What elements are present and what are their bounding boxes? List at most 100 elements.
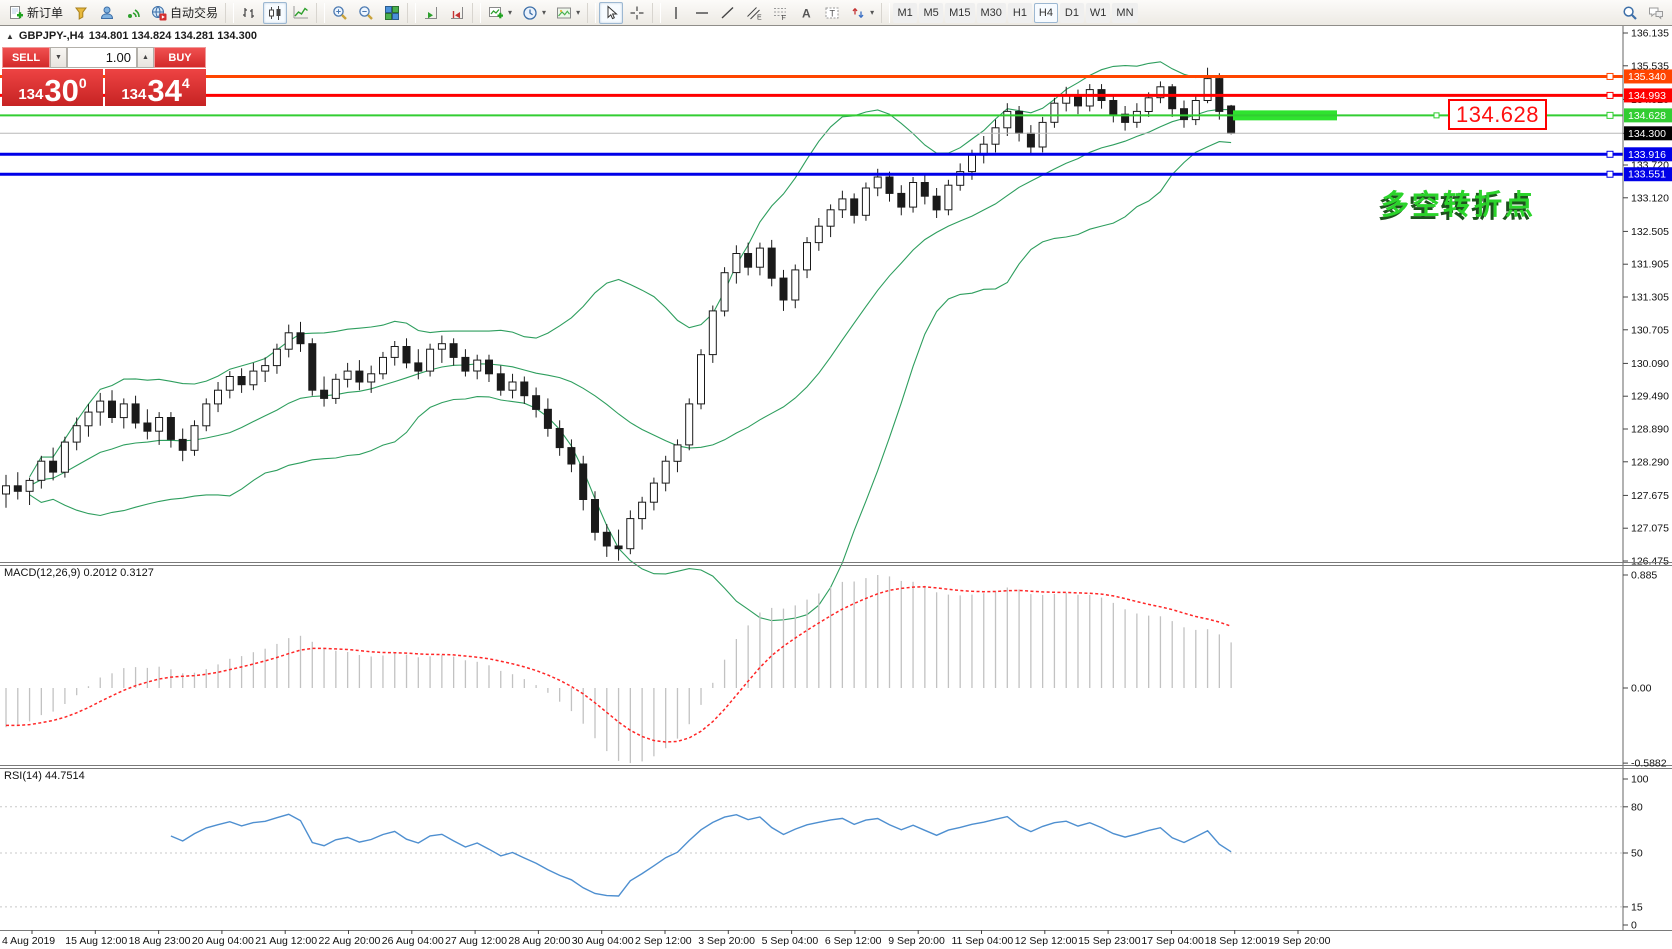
candle-body xyxy=(14,486,21,492)
pane-separator[interactable] xyxy=(0,565,1672,566)
svg-text:A: A xyxy=(802,6,811,20)
price-tick-label: 127.675 xyxy=(1631,490,1669,502)
zoom-in-button[interactable] xyxy=(328,2,352,24)
hline-anchor[interactable] xyxy=(1607,112,1613,118)
bar-chart-icon xyxy=(241,5,257,21)
tf-m1-button[interactable]: M1 xyxy=(893,3,917,23)
dropdown-caret-icon: ▾ xyxy=(576,8,580,17)
pane-separator[interactable] xyxy=(0,930,1672,931)
pane-separator[interactable] xyxy=(0,562,1672,563)
hline-anchor[interactable] xyxy=(1607,73,1613,79)
tf-mn-button[interactable]: MN xyxy=(1112,3,1137,23)
candlestick-chart-button[interactable] xyxy=(263,2,287,24)
price-annotation-box[interactable]: 134.628 xyxy=(1448,99,1547,130)
rsi-axis-label: 80 xyxy=(1631,801,1643,813)
hline-anchor[interactable] xyxy=(1434,113,1439,118)
hline-anchor[interactable] xyxy=(1607,92,1613,98)
chart-shift-button[interactable] xyxy=(445,2,469,24)
candle-body xyxy=(592,500,599,533)
toolbar-separator xyxy=(881,3,890,23)
candle-body xyxy=(415,363,422,371)
auto-scroll-button[interactable] xyxy=(419,2,443,24)
text-button[interactable]: A xyxy=(794,2,818,24)
text-label-icon: T xyxy=(824,5,840,21)
macd-axis-label: -0.5882 xyxy=(1631,758,1667,770)
candle-body xyxy=(26,480,33,491)
candle-body xyxy=(709,311,716,355)
price-tick-label: 132.505 xyxy=(1631,226,1669,238)
tf-m5-button[interactable]: M5 xyxy=(919,3,943,23)
candle-body xyxy=(1133,111,1140,122)
macd-axis-label: 0.00 xyxy=(1631,683,1652,695)
arrows-button[interactable]: ▾ xyxy=(846,2,878,24)
tf-h4-button[interactable]: H4 xyxy=(1034,3,1058,23)
volume-up-button[interactable]: ▲ xyxy=(137,47,154,68)
bar-chart-button[interactable] xyxy=(237,2,261,24)
community-icon xyxy=(99,5,115,21)
tf-m15-button[interactable]: M15 xyxy=(945,3,974,23)
new-order-button[interactable]: 新订单 xyxy=(4,2,67,24)
time-axis[interactable]: 4 Aug 201915 Aug 12:0018 Aug 23:0020 Aug… xyxy=(2,930,1331,947)
tf-w1-button[interactable]: W1 xyxy=(1086,3,1111,23)
pane-separator[interactable] xyxy=(0,768,1672,769)
search-button[interactable] xyxy=(1618,2,1642,24)
volume-down-button[interactable]: ▼ xyxy=(50,47,67,68)
candle-body xyxy=(945,185,952,210)
pane-separator[interactable] xyxy=(0,765,1672,766)
market-watch-button[interactable] xyxy=(69,2,93,24)
candle-body xyxy=(1169,87,1176,109)
candle-body xyxy=(615,546,622,549)
candle-body xyxy=(226,377,233,391)
candle-body xyxy=(273,349,280,365)
candle-body xyxy=(674,445,681,461)
chat-button[interactable] xyxy=(1644,2,1668,24)
time-axis-label: 20 Aug 04:00 xyxy=(192,935,254,947)
sell-price[interactable]: 134 30 0 xyxy=(2,69,103,106)
indicators-button[interactable]: ▾ xyxy=(484,2,516,24)
crosshair-button[interactable] xyxy=(625,2,649,24)
chinese-note-text[interactable]: 多空转折点 xyxy=(1381,183,1536,223)
fibonacci-button[interactable]: F xyxy=(768,2,792,24)
tile-windows-button[interactable] xyxy=(380,2,404,24)
signals-button[interactable] xyxy=(121,2,145,24)
buy-price[interactable]: 134 34 4 xyxy=(105,69,206,106)
candle-body xyxy=(3,486,10,494)
periods-button[interactable]: ▾ xyxy=(518,2,550,24)
price-axis[interactable]: 136.135135.535134.920134.300133.720133.1… xyxy=(1623,26,1672,930)
volume-input[interactable]: 1.00 xyxy=(67,47,137,68)
line-chart-button[interactable] xyxy=(289,2,313,24)
autotrading-button[interactable]: 自动交易 xyxy=(147,2,222,24)
tf-m30-button[interactable]: M30 xyxy=(977,3,1006,23)
hline-anchor[interactable] xyxy=(1607,151,1613,157)
chart-canvas[interactable]: 136.135135.535134.920134.300133.720133.1… xyxy=(0,0,1672,949)
time-axis-label: 5 Sep 04:00 xyxy=(762,935,819,947)
templates-button[interactable]: ▾ xyxy=(552,2,584,24)
candle-body xyxy=(1145,98,1152,112)
price-tick-label: 130.090 xyxy=(1631,358,1669,370)
channel-button[interactable]: E xyxy=(742,2,766,24)
candle-body xyxy=(203,404,210,426)
auto-scroll-icon xyxy=(423,5,439,21)
cursor-button[interactable] xyxy=(599,2,623,24)
candle-body xyxy=(556,429,563,448)
periods-icon xyxy=(522,5,538,21)
macd-axis-label: 0.885 xyxy=(1631,569,1657,581)
text-label-button[interactable]: T xyxy=(820,2,844,24)
toolbar: 新订单 自动交易 ▾ ▾ xyxy=(0,0,1672,26)
collapse-triangle-icon[interactable]: ▲ xyxy=(6,32,14,41)
candle-body xyxy=(650,483,657,502)
hline-anchor[interactable] xyxy=(1607,171,1613,177)
buy-button[interactable]: BUY xyxy=(154,47,206,68)
price-tick-label: 131.305 xyxy=(1631,292,1669,304)
candle-body xyxy=(167,418,174,440)
sell-button[interactable]: SELL xyxy=(2,47,50,68)
community-button[interactable] xyxy=(95,2,119,24)
tf-h1-button[interactable]: H1 xyxy=(1008,3,1032,23)
tf-d1-button[interactable]: D1 xyxy=(1060,3,1084,23)
buy-price-big-figure: 134 xyxy=(121,87,146,102)
zoom-out-button[interactable] xyxy=(354,2,378,24)
templates-icon xyxy=(556,5,572,21)
vertical-line-button[interactable] xyxy=(664,2,688,24)
trendline-button[interactable] xyxy=(716,2,740,24)
horizontal-line-button[interactable] xyxy=(690,2,714,24)
